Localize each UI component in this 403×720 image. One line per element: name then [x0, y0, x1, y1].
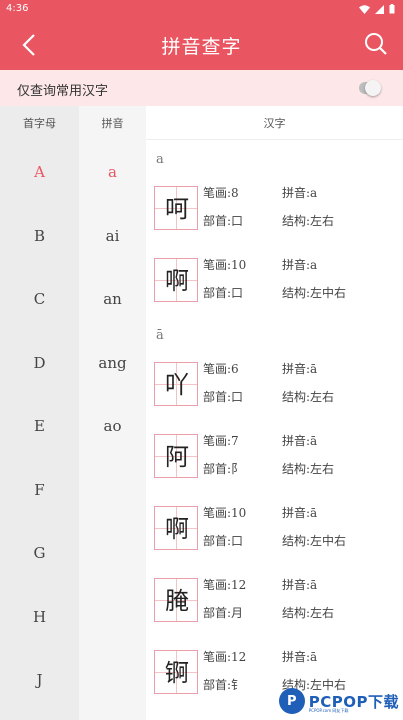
status-time: 4:36: [6, 3, 29, 14]
toggle-knob: [365, 80, 381, 96]
char-structure: 结构:左右: [282, 390, 335, 404]
pinyin-item-a[interactable]: a: [79, 157, 146, 187]
char-card[interactable]: 啊笔画:10 拼音:ā 部首:口 结构:左中右: [154, 504, 403, 560]
char-pinyin: 拼音:a: [282, 186, 318, 200]
status-icons: [359, 4, 395, 14]
char-glyph: 呵: [165, 195, 189, 223]
char-pinyin: 拼音:ā: [282, 506, 318, 520]
initial-item-f[interactable]: F: [0, 475, 79, 505]
char-card[interactable]: 腌笔画:12 拼音:ā 部首:月 结构:左右: [154, 576, 403, 632]
search-button[interactable]: [361, 29, 391, 59]
pinyin-column-header: 拼音: [79, 106, 146, 140]
pinyin-item-ai[interactable]: ai: [79, 221, 146, 251]
char-pinyin: 拼音:ā: [282, 578, 318, 592]
char-radical: 部首:口: [203, 534, 244, 548]
battery-icon: [389, 4, 395, 14]
char-grid-box: 腌: [154, 578, 198, 622]
char-card[interactable]: 阿笔画:7 拼音:ā 部首:阝 结构:左右: [154, 432, 403, 488]
char-pinyin: 拼音:ā: [282, 650, 318, 664]
char-radical: 部首:口: [203, 390, 244, 404]
hanzi-list: a 呵笔画:8 拼音:a 部首:口 结构:左右啊笔画:10 拼音:a 部首:口 结构:左中右 ā…: [146, 140, 403, 720]
hanzi-column-header: 汉字: [146, 106, 403, 140]
char-glyph: 阿: [165, 443, 189, 471]
initial-list: A B C D E F G H J: [0, 140, 79, 720]
pinyin-item-ang[interactable]: ang: [79, 348, 146, 378]
char-card[interactable]: 啊笔画:10 拼音:a 部首:口 结构:左中右: [154, 256, 403, 312]
char-grid-box: 啊: [154, 258, 198, 302]
pinyin-group-label: ā: [156, 328, 164, 343]
initial-item-g[interactable]: G: [0, 538, 79, 568]
char-grid-box: 锕: [154, 650, 198, 694]
wifi-icon: [359, 4, 370, 14]
initial-item-b[interactable]: B: [0, 221, 79, 251]
char-pinyin: 拼音:a: [282, 258, 318, 272]
char-glyph: 腌: [165, 587, 189, 615]
initial-item-e[interactable]: E: [0, 411, 79, 441]
char-glyph: 锕: [165, 659, 189, 687]
pcpop-watermark: P PCPOP下载 PCPOP.com 网友下载: [278, 688, 399, 714]
pcpop-logo: P: [278, 688, 305, 714]
initial-item-d[interactable]: D: [0, 348, 79, 378]
char-radical: 部首:阝: [203, 462, 244, 476]
char-grid-box: 呵: [154, 186, 198, 230]
char-radical: 部首:月: [203, 606, 244, 620]
stroke-count: 笔画:10: [203, 506, 247, 520]
stroke-count: 笔画:8: [203, 186, 239, 200]
char-structure: 结构:左右: [282, 606, 335, 620]
search-icon: [365, 33, 387, 55]
char-grid-box: 吖: [154, 362, 198, 406]
initial-column-header: 首字母: [0, 106, 79, 140]
char-card[interactable]: 吖笔画:6 拼音:ā 部首:口 结构:左右: [154, 360, 403, 416]
pinyin-list: a ai an ang ao: [79, 140, 146, 720]
initial-item-c[interactable]: C: [0, 284, 79, 314]
stroke-count: 笔画:12: [203, 650, 247, 664]
char-radical: 部首:口: [203, 214, 244, 228]
char-pinyin: 拼音:ā: [282, 362, 318, 376]
char-structure: 结构:左右: [282, 462, 335, 476]
char-glyph: 吖: [165, 371, 189, 399]
common-filter-toggle[interactable]: [359, 80, 381, 96]
initial-item-j[interactable]: J: [0, 665, 79, 695]
char-pinyin: 拼音:ā: [282, 434, 318, 448]
char-glyph: 啊: [165, 515, 189, 543]
char-structure: 结构:左中右: [282, 286, 347, 300]
char-grid-box: 阿: [154, 434, 198, 478]
signal-icon: [375, 4, 384, 14]
char-structure: 结构:左右: [282, 214, 335, 228]
initial-item-a[interactable]: A: [0, 157, 79, 187]
common-filter-label: 仅查询常用汉字: [17, 84, 109, 99]
char-radical: 部首:口: [203, 286, 244, 300]
stroke-count: 笔画:10: [203, 258, 247, 272]
char-card[interactable]: 呵笔画:8 拼音:a 部首:口 结构:左右: [154, 184, 403, 240]
stroke-count: 笔画:12: [203, 578, 247, 592]
status-bar: 4:36: [0, 0, 403, 20]
initial-item-h[interactable]: H: [0, 602, 79, 632]
app-header: 拼音查字: [0, 20, 403, 70]
char-structure: 结构:左中右: [282, 534, 347, 548]
char-glyph: 啊: [165, 267, 189, 295]
page-title: 拼音查字: [161, 36, 242, 58]
char-grid-box: 啊: [154, 506, 198, 550]
pinyin-group-label: a: [156, 152, 164, 167]
stroke-count: 笔画:6: [203, 362, 239, 376]
stroke-count: 笔画:7: [203, 434, 239, 448]
char-radical: 部首:钅: [203, 678, 244, 692]
pinyin-item-ao[interactable]: ao: [79, 411, 146, 441]
pinyin-item-an[interactable]: an: [79, 284, 146, 314]
watermark-subtext: PCPOP.com 网友下载: [308, 708, 349, 713]
common-filter-row: 仅查询常用汉字: [0, 70, 403, 106]
